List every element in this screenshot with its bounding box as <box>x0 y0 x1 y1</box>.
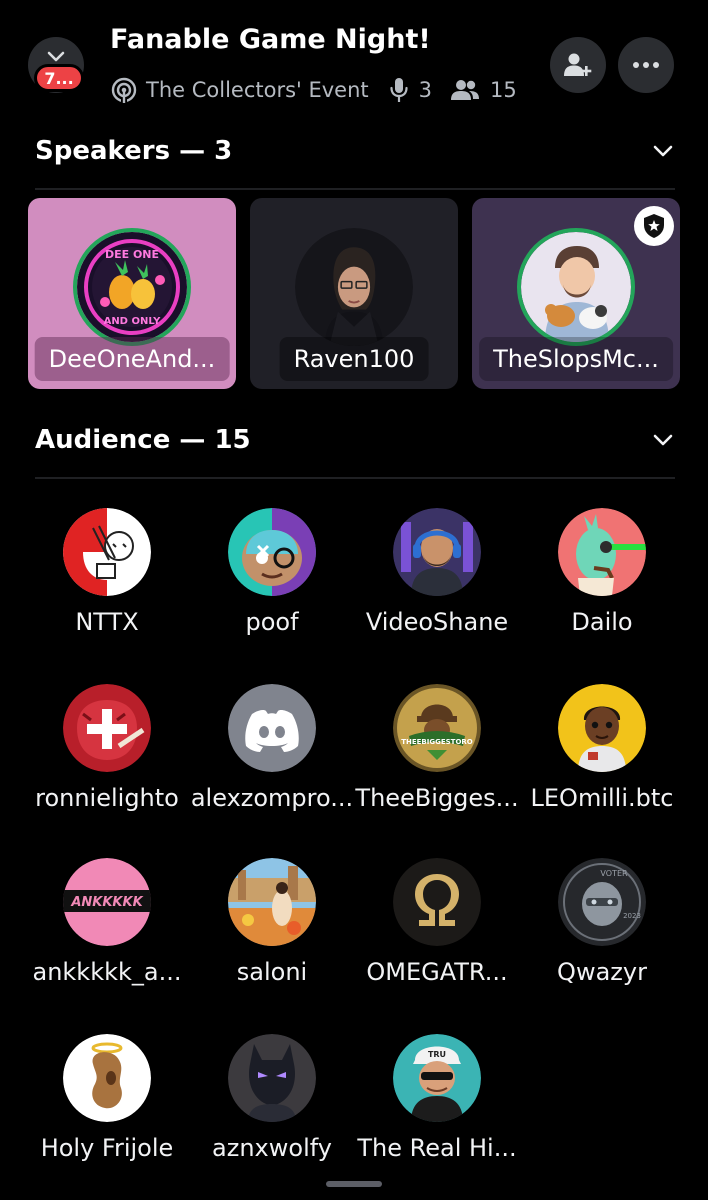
audience-name: LEOmilli.btc <box>530 784 674 812</box>
audience-name: NTTX <box>75 608 139 636</box>
listener-count: 15 <box>490 78 517 102</box>
avatar <box>228 684 316 772</box>
avatar: DEE ONE AND ONLY <box>73 228 191 346</box>
shield-star-icon <box>644 214 664 238</box>
stage-header: 7... Fanable Game Night! The Collectors'… <box>0 0 708 118</box>
avatar <box>63 684 151 772</box>
avatar <box>558 508 646 596</box>
divider <box>35 188 675 190</box>
audience-member[interactable]: poof <box>184 508 360 658</box>
speaker-name: TheSlopsMc... <box>479 337 673 381</box>
avatar-text-bottom: AND ONLY <box>104 316 162 327</box>
audience-name: ankkkkk_a... <box>32 958 182 986</box>
audience-member[interactable]: aznxwolfy <box>184 1034 360 1184</box>
audience-section-header[interactable]: Audience — 15 <box>35 420 675 460</box>
event-name[interactable]: The Collectors' Event <box>146 78 369 102</box>
avatar-text: TRU <box>428 1050 446 1059</box>
audience-member[interactable]: LEOmilli.btc <box>514 684 690 834</box>
audience-member[interactable]: saloni <box>184 858 360 1008</box>
speakers-heading: Speakers — 3 <box>35 136 233 166</box>
audience-heading: Audience — 15 <box>35 425 251 455</box>
more-icon <box>633 62 659 68</box>
speaker-tile[interactable]: DEE ONE AND ONLY DeeOneAnd... <box>28 198 236 389</box>
audience-member[interactable]: TRU The Real Hi... <box>349 1034 525 1184</box>
avatar: THEEBIGGESTORO <box>393 684 481 772</box>
audience-name: saloni <box>236 958 308 986</box>
unread-badge: 7... <box>34 64 84 92</box>
speakers-section-header[interactable]: Speakers — 3 <box>35 131 675 171</box>
microphone-icon <box>389 77 409 103</box>
stage-subline: The Collectors' Event 3 15 <box>110 74 517 106</box>
audience-member[interactable]: THEEBIGGESTORO TheeBigges... <box>349 684 525 834</box>
speaker-tile[interactable]: Raven100 <box>250 198 458 389</box>
avatar <box>228 1034 316 1122</box>
audience-member[interactable]: VOTER 2023 Qwazyr <box>514 858 690 1008</box>
avatar <box>295 228 413 346</box>
home-indicator[interactable] <box>326 1181 382 1187</box>
avatar-text-top: DEE ONE <box>105 248 159 261</box>
avatar-text-bottom: 2023 <box>623 912 641 920</box>
avatar <box>393 508 481 596</box>
audience-name: TheeBigges... <box>355 784 519 812</box>
more-options-button[interactable] <box>618 37 674 93</box>
audience-name: The Real Hi... <box>357 1134 517 1162</box>
audience-name: ronnielighto <box>35 784 179 812</box>
avatar <box>393 858 481 946</box>
audience-member[interactable]: Holy Frijole <box>19 1034 195 1184</box>
stage-icon <box>110 76 138 104</box>
audience-name: Qwazyr <box>557 958 647 986</box>
audience-member[interactable]: ronnielighto <box>19 684 195 834</box>
avatar-text: ANKKKKK <box>70 895 143 910</box>
audience-member[interactable]: NTTX <box>19 508 195 658</box>
avatar <box>228 508 316 596</box>
stage-title: Fanable Game Night! <box>110 24 431 55</box>
chevron-down-icon[interactable] <box>651 139 675 163</box>
invite-button[interactable] <box>550 37 606 93</box>
avatar <box>63 1034 151 1122</box>
avatar: ANKKKKK <box>63 858 151 946</box>
avatar: VOTER 2023 <box>558 858 646 946</box>
speaker-name: DeeOneAnd... <box>34 337 230 381</box>
avatar <box>63 508 151 596</box>
audience-member[interactable]: alexzompro... <box>184 684 360 834</box>
moderator-badge <box>634 206 674 246</box>
chevron-down-icon[interactable] <box>651 428 675 452</box>
speaker-count: 3 <box>418 78 433 102</box>
people-icon <box>450 79 480 101</box>
audience-name: poof <box>245 608 299 636</box>
audience-name: Holy Frijole <box>40 1134 174 1162</box>
audience-member[interactable]: ANKKKKK ankkkkk_a... <box>19 858 195 1008</box>
avatar <box>228 858 316 946</box>
avatar-text: THEEBIGGESTORO <box>401 738 473 746</box>
audience-member[interactable]: OMEGATR... <box>349 858 525 1008</box>
speaker-name: Raven100 <box>279 337 429 381</box>
audience-name: alexzompro... <box>190 784 354 812</box>
avatar: TRU <box>393 1034 481 1122</box>
audience-member[interactable]: VideoShane <box>349 508 525 658</box>
avatar-text-top: VOTER <box>600 869 628 878</box>
audience-name: OMEGATR... <box>366 958 508 986</box>
divider <box>35 477 675 479</box>
audience-name: Dailo <box>571 608 633 636</box>
audience-name: aznxwolfy <box>212 1134 332 1162</box>
avatar <box>558 684 646 772</box>
avatar <box>517 228 635 346</box>
audience-member[interactable]: Dailo <box>514 508 690 658</box>
add-friend-icon <box>564 53 592 76</box>
speaker-tile[interactable]: TheSlopsMc... <box>472 198 680 389</box>
audience-name: VideoShane <box>365 608 509 636</box>
